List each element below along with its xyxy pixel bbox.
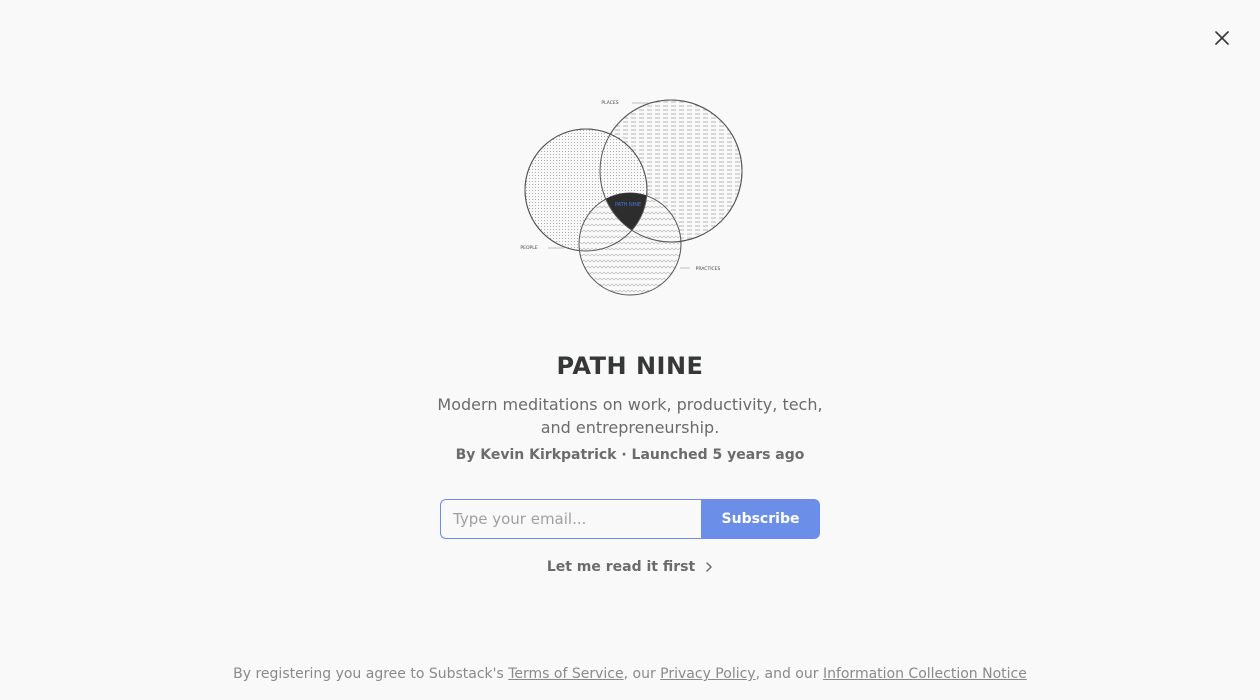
logo-places-label: PLACES xyxy=(601,100,618,106)
logo-practices-label: PRACTICES xyxy=(696,266,721,272)
publication-byline: By Kevin Kirkpatrick · Launched 5 years … xyxy=(455,447,805,463)
read-first-label: Let me read it first xyxy=(546,559,696,575)
terms-of-service-link[interactable]: Terms of Service xyxy=(508,666,623,682)
subscribe-form: Subscribe xyxy=(440,499,820,539)
publication-logo: PATH NINE PLACES PEOPLE PRACTICES xyxy=(510,96,750,298)
email-input[interactable] xyxy=(440,499,701,539)
read-first-link[interactable]: Let me read it first xyxy=(0,559,1260,577)
subscribe-button[interactable]: Subscribe xyxy=(701,499,820,539)
subscribe-landing: PATH NINE PLACES PEOPLE PRACTICES PATH N… xyxy=(0,0,1260,700)
logo-center-label: PATH NINE xyxy=(615,202,641,208)
close-button[interactable] xyxy=(1210,26,1234,50)
publication-description: Modern meditations on work, productivity… xyxy=(437,395,823,437)
logo-people-label: PEOPLE xyxy=(520,245,537,251)
legal-prefix: By registering you agree to Substack's xyxy=(233,666,509,682)
legal-sep-1: , our xyxy=(623,666,661,682)
close-icon xyxy=(1215,31,1229,45)
information-collection-notice-link[interactable]: Information Collection Notice xyxy=(823,666,1027,682)
publication-title: PATH NINE xyxy=(556,352,704,380)
privacy-policy-link[interactable]: Privacy Policy xyxy=(660,666,755,682)
chevron-right-icon xyxy=(705,561,713,577)
legal-notice: By registering you agree to Substack's T… xyxy=(0,666,1260,682)
legal-sep-2: , and our xyxy=(755,666,823,682)
